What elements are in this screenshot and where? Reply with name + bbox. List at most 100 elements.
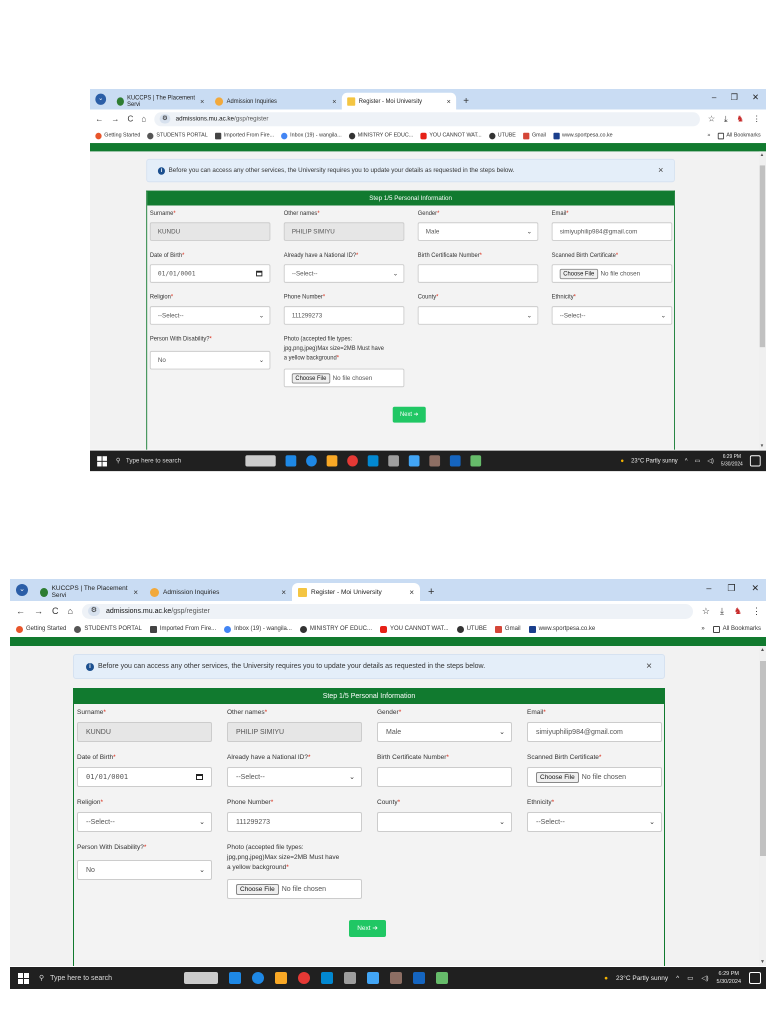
scrollbar-thumb[interactable]	[759, 165, 766, 348]
dob-input[interactable]: 01/01/0001	[77, 767, 212, 787]
more-bookmarks-button[interactable]: »	[707, 132, 710, 139]
bookmark-students-portal[interactable]: STUDENTS PORTAL	[147, 132, 208, 139]
scroll-up-icon[interactable]: ▲	[760, 152, 764, 158]
close-tab-icon[interactable]: ×	[447, 97, 451, 105]
address-bar[interactable]: ⚙ admissions.mu.ac.ke/gsp/register	[154, 111, 700, 126]
tray-chevron-icon[interactable]: ^	[685, 458, 688, 465]
app-icon[interactable]	[429, 455, 441, 467]
tab-kuccps[interactable]: KUCCPS | The Placement Servi ×	[111, 93, 209, 110]
close-tab-icon[interactable]: ×	[281, 588, 286, 597]
forward-icon[interactable]: →	[34, 606, 43, 616]
menu-icon[interactable]: ⋮	[752, 606, 761, 617]
bookmark-students-portal[interactable]: STUDENTS PORTAL	[74, 625, 142, 633]
choose-file-button[interactable]: Choose File	[236, 883, 279, 895]
windows-start-icon[interactable]	[97, 455, 107, 466]
word-icon[interactable]	[449, 455, 461, 467]
tab-register-moi[interactable]: Register - Moi University ×	[292, 583, 420, 601]
calendar-icon[interactable]	[256, 270, 263, 277]
page-scrollbar[interactable]: ▲ ▼	[758, 151, 766, 450]
notification-icon[interactable]	[749, 455, 761, 467]
bird-widget-icon[interactable]	[184, 972, 218, 984]
choose-file-button[interactable]: Choose File	[536, 771, 579, 783]
menu-icon[interactable]: ⋮	[753, 114, 761, 124]
birth-cert-number-input[interactable]	[417, 264, 539, 283]
new-tab-button[interactable]: +	[428, 586, 434, 598]
file-explorer-icon[interactable]	[326, 455, 338, 467]
scroll-down-icon[interactable]: ▼	[760, 443, 764, 449]
network-icon[interactable]: ▭	[687, 974, 693, 982]
chrome-icon[interactable]	[347, 455, 358, 467]
word-icon[interactable]	[413, 972, 425, 984]
restore-icon[interactable]: ❐	[727, 583, 735, 594]
mail-icon[interactable]	[367, 455, 379, 467]
windows-start-icon[interactable]	[18, 972, 29, 984]
bookmark-gmail[interactable]: Gmail	[523, 132, 546, 139]
site-settings-icon[interactable]: ⚙	[87, 606, 100, 616]
app-icon[interactable]	[408, 455, 420, 467]
weather-text[interactable]: 23°C Partly sunny	[631, 458, 678, 465]
home-icon[interactable]: ⌂	[68, 606, 73, 616]
bookmark-ministry[interactable]: MINISTRY OF EDUC...	[348, 132, 413, 139]
clock[interactable]: 6:29 PM 5/30/2024	[721, 453, 743, 468]
app-icon[interactable]	[344, 972, 356, 984]
next-button[interactable]: Next ➔	[392, 406, 426, 423]
all-bookmarks-button[interactable]: All Bookmarks	[712, 625, 761, 633]
bookmark-gmail[interactable]: Gmail	[494, 625, 521, 633]
bookmark-sportpesa[interactable]: www.sportpesa.co.ke	[553, 132, 613, 139]
mail-icon[interactable]	[321, 972, 333, 984]
bookmark-utube[interactable]: UTUBE	[488, 132, 516, 139]
religion-select[interactable]: --Select-- ⌄	[149, 306, 271, 325]
bookmark-youtube[interactable]: YOU CANNOT WAT...	[420, 132, 482, 139]
notification-icon[interactable]	[749, 972, 761, 984]
tab-search-icon[interactable]: ⌄	[95, 93, 107, 105]
bookmark-inbox[interactable]: Inbox (19) - wangila...	[224, 625, 292, 633]
bird-widget-icon[interactable]	[245, 455, 276, 467]
choose-file-button[interactable]: Choose File	[291, 372, 330, 384]
phone-input[interactable]: 111299273	[227, 812, 362, 832]
bookmark-star-icon[interactable]: ☆	[708, 114, 715, 124]
edge-icon[interactable]	[306, 455, 317, 467]
close-tab-icon[interactable]: ×	[200, 97, 204, 105]
county-select[interactable]: ⌄	[417, 306, 539, 325]
page-scrollbar[interactable]: ▲ ▼	[759, 646, 766, 966]
extension-icon[interactable]: ♞	[736, 114, 743, 124]
bookmark-imported-folder[interactable]: Imported From Fire...	[149, 625, 216, 633]
close-tab-icon[interactable]: ×	[409, 588, 414, 597]
tab-admission-inquiries[interactable]: Admission Inquiries ×	[144, 583, 292, 601]
bookmark-utube[interactable]: UTUBE	[456, 625, 487, 633]
taskbar-search[interactable]: ⚲ Type here to search	[116, 457, 205, 465]
phone-input[interactable]: 111299273	[283, 306, 405, 325]
birth-cert-number-input[interactable]	[377, 767, 512, 787]
restore-icon[interactable]: ❐	[731, 93, 738, 103]
choose-file-button[interactable]: Choose File	[559, 268, 598, 279]
close-icon[interactable]: ×	[646, 661, 652, 672]
disability-select[interactable]: No ⌄	[77, 860, 212, 880]
back-icon[interactable]: ←	[16, 606, 25, 616]
home-icon[interactable]: ⌂	[141, 114, 146, 123]
tab-search-icon[interactable]: ⌄	[16, 584, 28, 596]
scroll-down-icon[interactable]: ▼	[760, 959, 765, 965]
chrome-icon[interactable]	[298, 972, 310, 984]
email-input[interactable]: simiyuphilip984@gmail.com	[527, 722, 662, 742]
gender-select[interactable]: Male ⌄	[377, 722, 512, 742]
tab-kuccps[interactable]: KUCCPS | The Placement Servi ×	[34, 583, 144, 601]
next-button[interactable]: Next ➔	[349, 920, 386, 937]
clock[interactable]: 6:29 PM 5/30/2024	[717, 970, 741, 986]
bookmark-sportpesa[interactable]: www.sportpesa.co.ke	[528, 625, 595, 633]
address-bar[interactable]: ⚙ admissions.mu.ac.ke/gsp/register	[81, 603, 693, 619]
reload-icon[interactable]: C	[52, 606, 59, 616]
weather-text[interactable]: 23°C Partly sunny	[616, 975, 668, 982]
file-explorer-icon[interactable]	[275, 972, 287, 984]
dob-input[interactable]: 01/01/0001	[149, 264, 271, 283]
ethnicity-select[interactable]: --Select-- ⌄	[551, 306, 673, 325]
volume-icon[interactable]: ◁)	[707, 457, 713, 465]
app-icon[interactable]	[388, 455, 399, 467]
minimize-icon[interactable]: –	[712, 93, 716, 103]
religion-select[interactable]: --Select-- ⌄	[77, 812, 212, 832]
disability-select[interactable]: No ⌄	[149, 350, 271, 370]
back-icon[interactable]: ←	[95, 114, 103, 123]
taskbar-search[interactable]: ⚲ Type here to search	[39, 974, 139, 983]
close-icon[interactable]: ×	[658, 165, 663, 175]
tray-chevron-icon[interactable]: ^	[676, 975, 679, 982]
close-tab-icon[interactable]: ×	[332, 97, 336, 105]
